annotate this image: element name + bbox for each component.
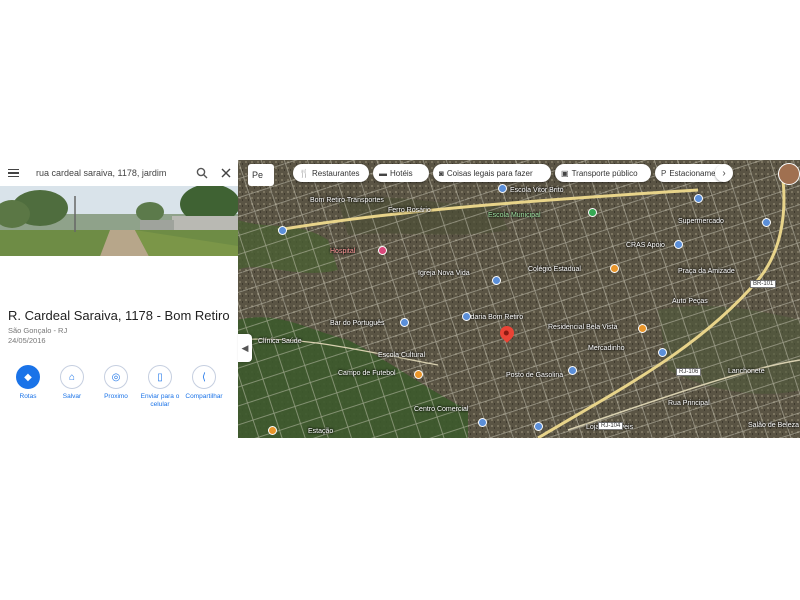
send-to-phone-button[interactable]: ▯ Enviar para o celular: [138, 365, 182, 409]
close-icon-glyph: [221, 168, 231, 178]
chip-transit-label: Transporte público: [571, 168, 638, 178]
phone-icon: ▯: [148, 365, 172, 389]
map-label[interactable]: Bar do Português: [330, 320, 384, 327]
search-bar[interactable]: rua cardeal saraiva, 1178, jardim: [0, 160, 238, 187]
poi-marker[interactable]: [400, 318, 409, 327]
map-label[interactable]: Estação: [308, 428, 333, 435]
transit-icon: ▣: [561, 168, 569, 178]
map-label[interactable]: Residencial Bela Vista: [548, 324, 618, 331]
map-label[interactable]: Escola Vitor Brito: [510, 187, 564, 194]
map-label[interactable]: Campo de Futebol: [338, 370, 396, 377]
close-icon[interactable]: [214, 160, 238, 186]
collapse-panel-button[interactable]: ◀: [238, 334, 252, 362]
poi-marker[interactable]: [610, 264, 619, 273]
map-label[interactable]: Padaria Bom Retiro: [462, 314, 523, 321]
send-to-phone-label: Enviar para o celular: [140, 393, 180, 408]
map-label[interactable]: Bom Retiro Transportes: [310, 197, 384, 204]
directions-icon: ◆: [16, 365, 40, 389]
directions-button[interactable]: ◆ Rotas: [6, 365, 50, 401]
map-label[interactable]: Praça da Amizade: [678, 268, 735, 275]
avatar[interactable]: [778, 163, 800, 185]
poi-marker[interactable]: [462, 312, 471, 321]
map-label[interactable]: Hospital: [330, 248, 355, 255]
chevron-right-icon[interactable]: ›: [715, 164, 733, 182]
poi-marker[interactable]: [588, 208, 597, 217]
chip-restaurants-label: Restaurantes: [311, 168, 360, 178]
nearby-label: Proximo: [104, 393, 128, 400]
poi-marker[interactable]: [694, 194, 703, 203]
layer-switcher-button[interactable]: Pe: [248, 164, 274, 186]
map-label[interactable]: Escola Municipal: [488, 212, 541, 219]
map-label[interactable]: Auto Peças: [672, 298, 708, 305]
poi-marker[interactable]: [762, 218, 771, 227]
maps-app: rua cardeal saraiva, 1178, jardim R. Car…: [0, 160, 800, 438]
search-icon[interactable]: [190, 160, 214, 186]
map-label[interactable]: Clínica Saúde: [258, 338, 302, 345]
poi-marker[interactable]: [638, 324, 647, 333]
route-shield: BR-101: [750, 280, 777, 288]
map-label[interactable]: Posto de Gasolina: [506, 372, 563, 379]
share-icon: ⟨: [192, 365, 216, 389]
map-label[interactable]: Supermercado: [678, 218, 724, 225]
imagery-date: 24/05/2016: [8, 336, 46, 345]
poi-marker[interactable]: [568, 366, 577, 375]
chip-hotels[interactable]: ▬ Hotéis: [373, 164, 429, 182]
poi-marker[interactable]: [278, 226, 287, 235]
place-title: R. Cardeal Saraiva, 1178 - Bom Retiro: [8, 308, 230, 323]
route-shield: RJ-104: [598, 422, 624, 430]
nearby-button[interactable]: ◎ Proximo: [94, 365, 138, 401]
street-view-photo[interactable]: [0, 186, 238, 256]
poi-marker[interactable]: [498, 184, 507, 193]
poi-marker[interactable]: [414, 370, 423, 379]
map-label[interactable]: Salão de Beleza: [748, 422, 799, 429]
map-label[interactable]: Rua Principal: [668, 400, 710, 407]
share-label: Compartilhar: [185, 393, 223, 400]
poi-marker[interactable]: [478, 418, 487, 427]
poi-marker[interactable]: [492, 276, 501, 285]
map-label[interactable]: Escola Cultural: [378, 352, 425, 359]
satellite-map[interactable]: Pe 🍴 Restaurantes ▬ Hotéis ◙ Coisas lega…: [238, 160, 800, 438]
map-label[interactable]: Mercadinho: [588, 345, 625, 352]
bookmark-icon: ⌂: [60, 365, 84, 389]
restaurant-icon: 🍴: [299, 168, 309, 178]
directions-label: Rotas: [19, 393, 37, 400]
poi-marker[interactable]: [674, 240, 683, 249]
map-label[interactable]: CRAS Apoio: [626, 242, 665, 249]
route-shield: RJ-106: [676, 368, 702, 376]
camera-icon: ◙: [439, 168, 444, 178]
map-label[interactable]: Colégio Estadual: [528, 266, 581, 273]
chip-restaurants[interactable]: 🍴 Restaurantes: [293, 164, 369, 182]
place-city: São Gonçalo - RJ: [8, 326, 68, 335]
share-button[interactable]: ⟨ Compartilhar: [182, 365, 226, 401]
poi-marker[interactable]: [378, 246, 387, 255]
search-input[interactable]: rua cardeal saraiva, 1178, jardim: [26, 168, 190, 178]
street-view-image: [0, 186, 238, 256]
menu-icon[interactable]: [0, 160, 26, 186]
save-button[interactable]: ⌂ Salvar: [50, 365, 94, 401]
hotel-icon: ▬: [379, 168, 387, 178]
save-label: Salvar: [62, 393, 82, 400]
chip-things-to-do-label: Coisas legais para fazer: [446, 168, 533, 178]
action-buttons: ◆ Rotas ⌂ Salvar ◎ Proximo ▯ Enviar para…: [0, 365, 238, 425]
poi-marker[interactable]: [534, 422, 543, 431]
chip-transit[interactable]: ▣ Transporte público: [555, 164, 651, 182]
chip-hotels-label: Hotéis: [390, 168, 413, 178]
map-label[interactable]: Centro Comercial: [414, 406, 468, 413]
place-panel: rua cardeal saraiva, 1178, jardim R. Car…: [0, 160, 238, 438]
chip-things-to-do[interactable]: ◙ Coisas legais para fazer: [433, 164, 551, 182]
nearby-icon: ◎: [104, 365, 128, 389]
map-label[interactable]: Lanchonete: [728, 368, 765, 375]
search-icon-glyph: [196, 167, 208, 179]
parking-icon: P: [661, 168, 667, 178]
map-label[interactable]: Ferro Rosário: [388, 207, 431, 214]
map-label[interactable]: Igreja Nova Vida: [418, 270, 470, 277]
poi-marker[interactable]: [268, 426, 277, 435]
poi-marker[interactable]: [658, 348, 667, 357]
